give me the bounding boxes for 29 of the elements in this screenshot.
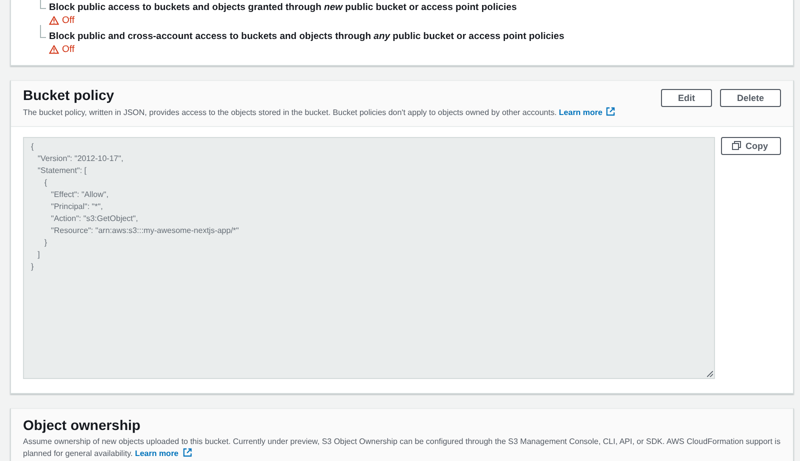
setting-label: Block public access to buckets and objects granted through new public bucket or access point policies [49, 2, 518, 13]
code-line: { [31, 140, 35, 153]
code-line: { [43, 176, 48, 189]
code-line: "Principal": "*", [50, 200, 104, 213]
code-line: "Resource": "arn:aws:s3:::my-awesome-nextjs-app/*" [50, 224, 240, 237]
code-line: "Effect": "Allow", [50, 188, 110, 201]
code-line: "Statement": [ [36, 164, 88, 177]
code-line: } [43, 236, 48, 249]
code-line: } [31, 260, 35, 273]
section-description: The bucket policy, written in JSON, provides access to the objects stored in the bucket. Bucket policies don't apply to objects owned by other accounts. Learn more [23, 107, 616, 119]
section-title: Bucket policy [23, 87, 116, 103]
external-link-icon [606, 107, 616, 116]
code-line: "Action": "s3:GetObject", [50, 212, 139, 225]
delete-button[interactable]: Delete [720, 89, 781, 107]
learn-more-link[interactable]: Learn more [558, 108, 602, 117]
edit-button[interactable]: Edit [660, 89, 712, 107]
learn-more-link[interactable]: Learn more [134, 448, 179, 458]
copy-button[interactable]: Copy [720, 136, 781, 155]
status-text: Off [62, 44, 74, 55]
copy-icon [732, 141, 740, 150]
code-line: ] [36, 248, 41, 261]
resize-handle-icon[interactable] [706, 370, 712, 377]
section-title: Object ownership [23, 416, 142, 433]
policy-code-area[interactable]: { "Version": "2012-10-17", "Statement": [ { "Effect": "Allow", "Principal": "*", "Action": "s3:GetObject", "Resource": "arn:aws:s3:::my-awesome-nextjs-app/*" } ] } [23, 136, 714, 379]
code-line: "Version": "2012-10-17", [36, 152, 124, 165]
setting-label: Block public and cross-account access to buckets and objects through any public bucket or access point policies [49, 31, 566, 42]
section-description: Assume ownership of new objects uploaded to this bucket. Currently under preview, S3 Object Ownership can be configured through the S3 Management Console, CLI, API, or SDK. AWS CloudFormation support is planned for general availability. Learn more [23, 436, 781, 460]
status-text: Off [62, 15, 74, 26]
external-link-icon [182, 448, 192, 457]
